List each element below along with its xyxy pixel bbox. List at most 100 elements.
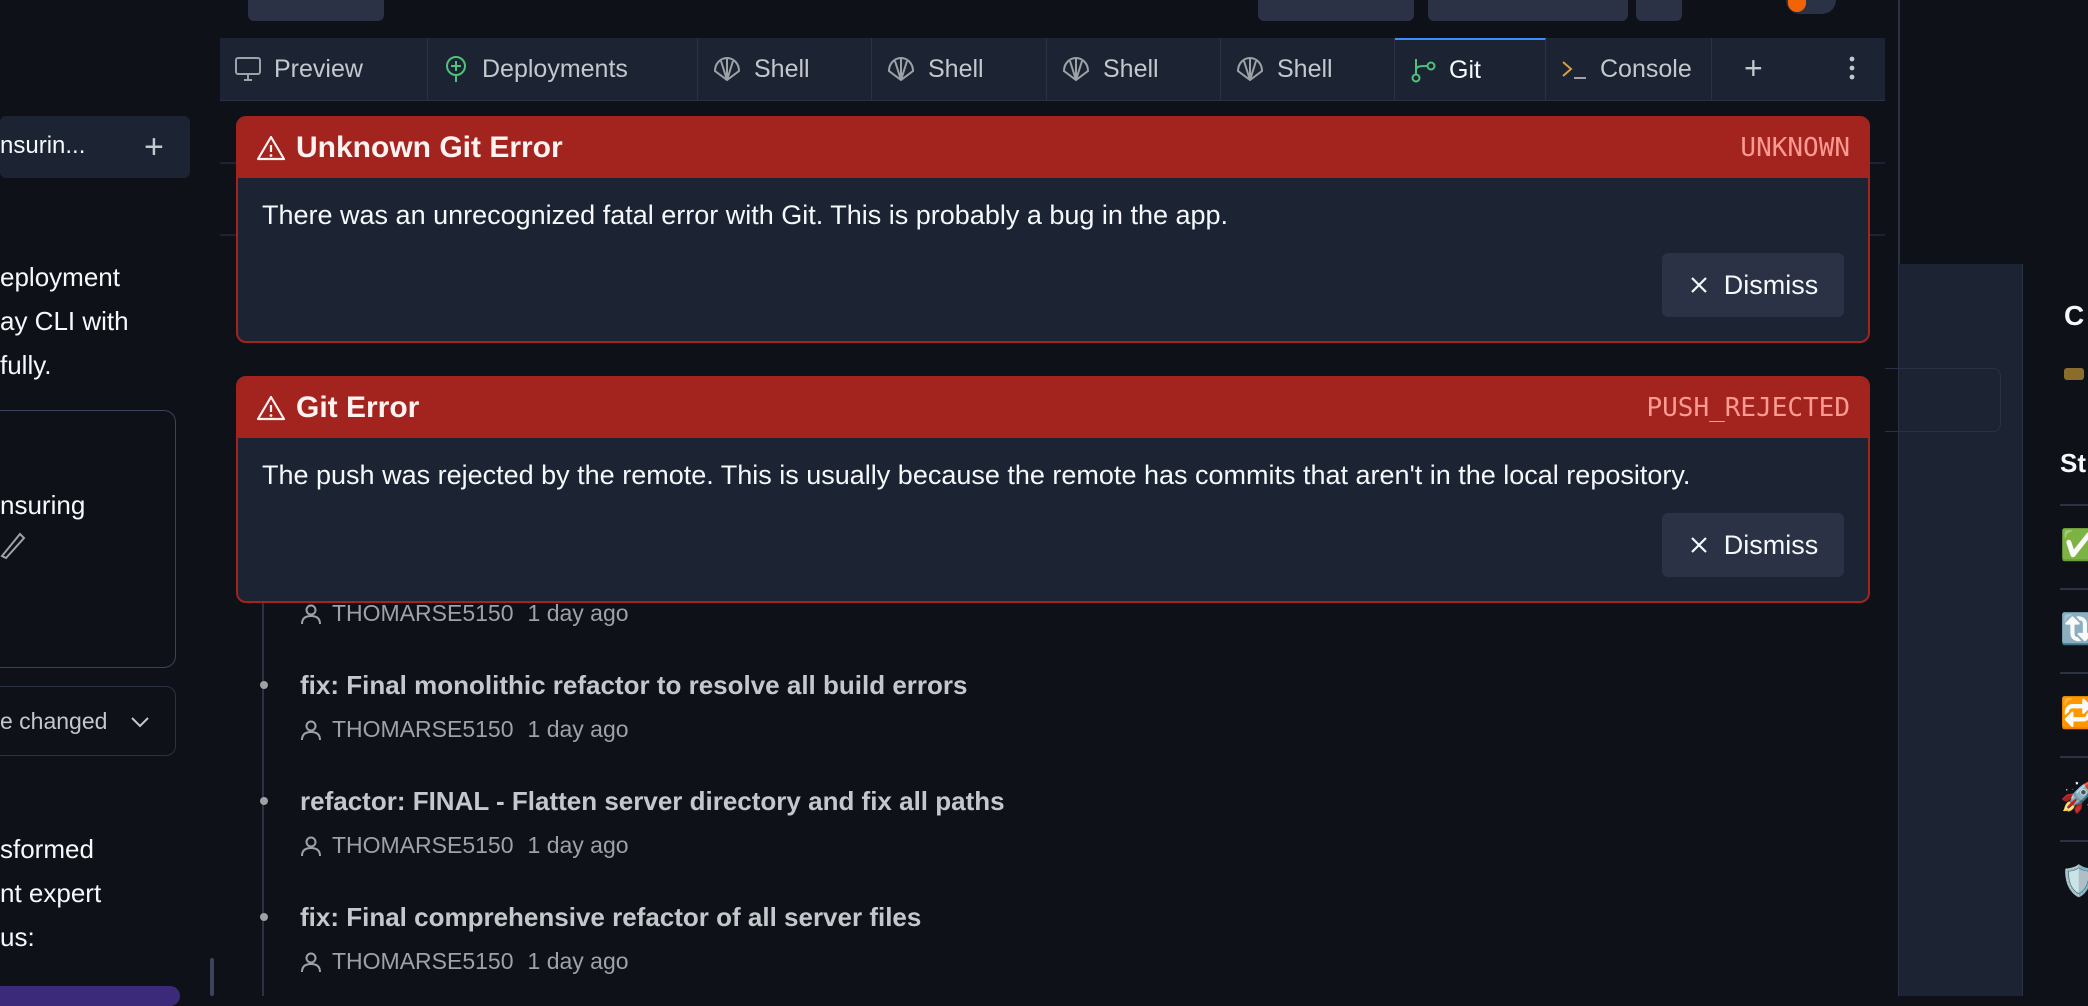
pencil-icon[interactable]	[0, 530, 26, 560]
chat-card	[0, 410, 176, 668]
commit-title[interactable]: refactor: FINAL - Flatten server directo…	[300, 786, 1005, 817]
right-divider	[1898, 0, 1900, 264]
chat-card-text: nsuring	[0, 490, 86, 520]
error-code: UNKNOWN	[1740, 133, 1850, 163]
warning-icon	[256, 395, 286, 421]
commit-title[interactable]: fix: Final monolithic refactor to resolv…	[300, 670, 967, 701]
shell-icon	[1236, 56, 1264, 82]
tab-console[interactable]: Console	[1546, 38, 1712, 100]
user-icon	[301, 952, 321, 972]
new-chat-icon[interactable]: +	[144, 130, 164, 164]
shell-icon	[887, 56, 915, 82]
chat-line: ay CLI with	[0, 306, 129, 336]
tab-label: Shell	[754, 54, 810, 83]
error-message: There was an unrecognized fatal error wi…	[262, 200, 1229, 230]
chat-bottom-button[interactable]	[0, 986, 180, 1006]
commit-time: 1 day ago	[527, 716, 629, 742]
commit-time: 1 day ago	[527, 948, 629, 974]
tab-shell-1[interactable]: Shell	[698, 38, 872, 100]
right-top-area	[1898, 0, 2088, 264]
tab-label: Shell	[1277, 54, 1333, 83]
repeat-emoji-icon: 🔁	[2060, 697, 2088, 730]
divider	[2060, 756, 2088, 758]
dismiss-label: Dismiss	[1723, 529, 1819, 560]
rocket-emoji-icon: 🚀	[2060, 781, 2088, 814]
add-tab-icon[interactable]: +	[1744, 52, 1763, 84]
top-select[interactable]	[1258, 0, 1414, 21]
error-header: Git Error PUSH_REJECTED	[238, 378, 1868, 438]
dropdown-label: e changed	[0, 708, 108, 734]
error-header: Unknown Git Error UNKNOWN	[238, 118, 1868, 178]
tab-shell-2[interactable]: Shell	[872, 38, 1047, 100]
error-code: PUSH_REJECTED	[1646, 393, 1851, 423]
commit-bullet	[260, 681, 268, 689]
user-icon	[301, 836, 321, 856]
divider	[2060, 672, 2088, 674]
commit-bullet	[260, 797, 268, 805]
dismiss-button[interactable]: Dismiss	[1662, 253, 1844, 317]
tab-shell-4[interactable]: Shell	[1221, 38, 1395, 100]
commit-time: 1 day ago	[527, 832, 629, 858]
tab-deployments[interactable]: Deployments	[428, 38, 698, 100]
right-badge	[2064, 368, 2084, 380]
error-message: The push was rejected by the remote. Thi…	[262, 460, 1691, 490]
check-emoji-icon: ✅	[2060, 529, 2088, 562]
top-deploy-button[interactable]	[1428, 0, 1628, 21]
commit-timeline	[262, 560, 264, 996]
chat-title: nsurin...	[0, 132, 86, 159]
chat-scrollbar[interactable]	[210, 958, 214, 996]
divider	[2060, 840, 2088, 842]
chevron-down-icon	[131, 717, 149, 728]
commit-author: THOMARSE5150	[332, 832, 514, 858]
error-title: Unknown Git Error	[296, 131, 563, 164]
commit-meta: THOMARSE5150 1 day ago	[300, 600, 629, 627]
tab-label: Console	[1600, 54, 1692, 83]
refresh-emoji-icon: 🔃	[2060, 613, 2088, 646]
chat-line: us:	[0, 922, 35, 952]
commit-meta: THOMARSE5150 1 day ago	[300, 716, 629, 743]
right-heading: C	[2064, 300, 2085, 331]
tab-label: Preview	[274, 54, 363, 83]
dismiss-label: Dismiss	[1723, 269, 1819, 300]
commit-author: THOMARSE5150	[332, 948, 514, 974]
commit-author: THOMARSE5150	[332, 600, 514, 626]
dismiss-button[interactable]: Dismiss	[1662, 513, 1844, 577]
shield-emoji-icon: 🛡️	[2060, 865, 2088, 898]
shell-icon	[1062, 56, 1090, 82]
commit-bullet	[260, 913, 268, 921]
user-icon	[301, 604, 321, 624]
shell-icon	[713, 56, 741, 82]
monitor-icon	[235, 57, 261, 81]
chat-line: eployment	[0, 262, 120, 292]
right-subheading: St	[2060, 448, 2086, 478]
git-icon	[1411, 59, 1436, 83]
user-icon	[301, 720, 321, 740]
commit-meta: THOMARSE5150 1 day ago	[300, 948, 629, 975]
commit-title[interactable]: fix: Final comprehensive refactor of all…	[300, 902, 921, 933]
right-input-field[interactable]	[1885, 368, 2001, 432]
console-icon	[1562, 61, 1586, 79]
tab-label: Shell	[928, 54, 984, 83]
tab-shell-3[interactable]: Shell	[1047, 38, 1221, 100]
error-title: Git Error	[296, 391, 420, 424]
top-run-button[interactable]	[248, 0, 384, 21]
top-icon-button[interactable]	[1636, 0, 1682, 21]
tab-label: Git	[1449, 55, 1481, 84]
commit-meta: THOMARSE5150 1 day ago	[300, 832, 629, 859]
close-icon	[1690, 537, 1707, 553]
commit-time: 1 day ago	[527, 600, 629, 626]
git-error-panel: Git Error PUSH_REJECTED The push was rej…	[236, 376, 1870, 603]
warning-icon	[256, 135, 286, 161]
tab-label: Deployments	[482, 54, 628, 83]
tab-git[interactable]: Git	[1395, 38, 1546, 100]
tab-label: Shell	[1103, 54, 1159, 83]
commit-author: THOMARSE5150	[332, 716, 514, 742]
divider	[2060, 588, 2088, 590]
chat-line: nt expert	[0, 878, 102, 908]
tab-preview[interactable]: Preview	[220, 38, 428, 100]
chat-line: fully.	[0, 350, 52, 380]
unknown-git-error-panel: Unknown Git Error UNKNOWN There was an u…	[236, 116, 1870, 343]
divider	[2060, 504, 2088, 506]
more-options-icon[interactable]	[1840, 54, 1864, 82]
deployments-icon	[446, 56, 466, 82]
